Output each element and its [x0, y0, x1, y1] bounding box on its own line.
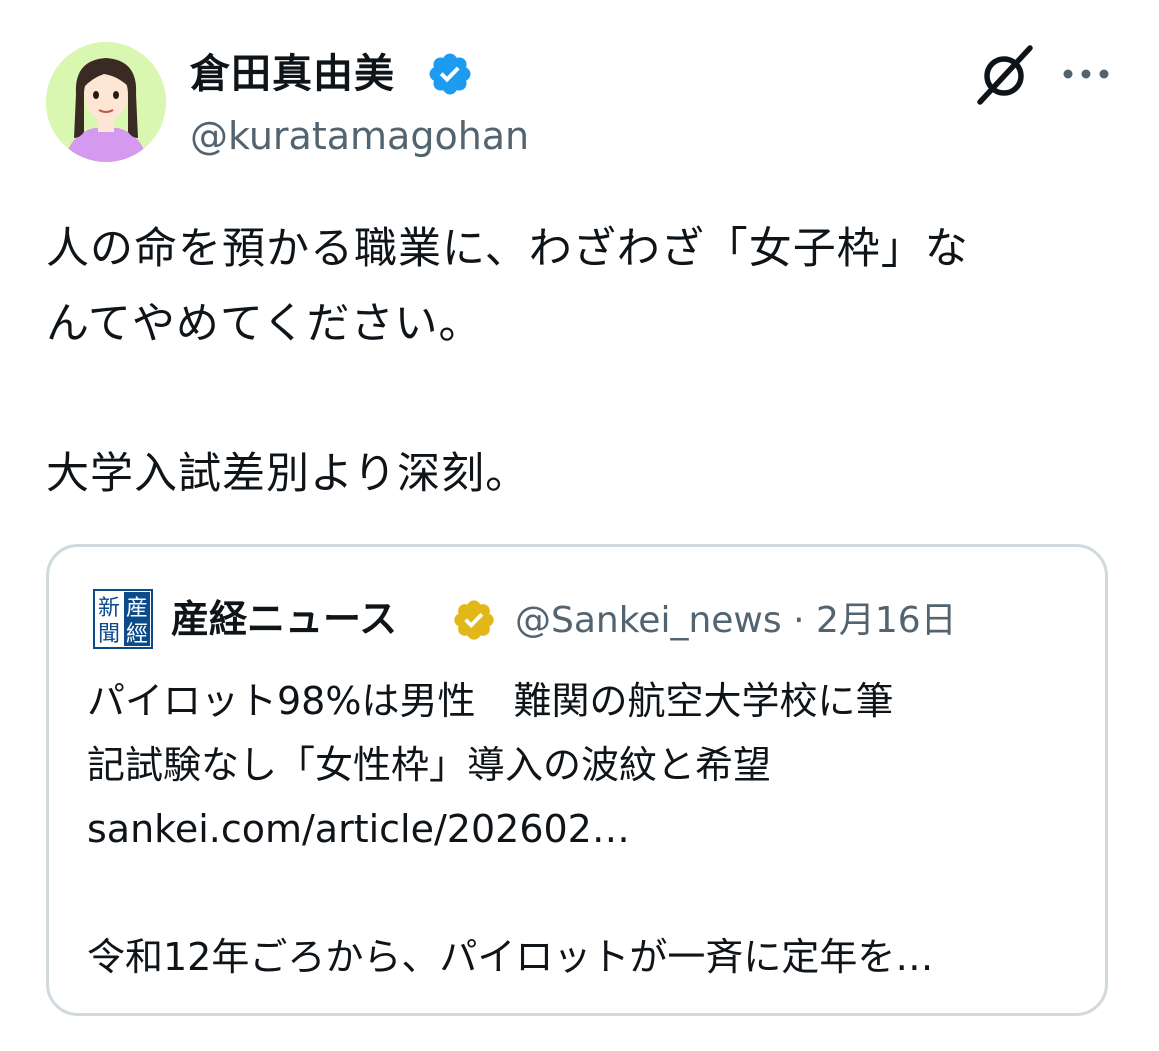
tweet-text: 人の命を預かる職業に、わざわざ「女子枠」な んてやめてください。 大学入試差別よ…: [46, 212, 1126, 512]
grok-button[interactable]: [974, 44, 1036, 106]
quoted-date: 2月16日: [815, 600, 957, 641]
svg-text:聞: 聞: [98, 622, 120, 647]
more-options-button[interactable]: [1058, 52, 1114, 96]
quoted-text-line: 記試験なし「女性枠」導入の波紋と希望: [87, 743, 772, 787]
grok-icon: [977, 45, 1033, 105]
tweet-text-line: 人の命を預かる職業に、わざわざ「女子枠」な: [46, 224, 969, 274]
quoted-author-handle: @Sankei_news: [515, 600, 782, 641]
author-avatar[interactable]: [46, 42, 166, 162]
quoted-tweet-card[interactable]: 産 經 新 聞 産経ニュース @Sankei_news · 2月16日 パイロッ…: [46, 544, 1108, 1016]
quoted-author-name: 産経ニュース: [171, 597, 398, 641]
svg-text:産: 産: [126, 596, 148, 621]
quoted-text: パイロット98%は男性 難関の航空大学校に筆 記試験なし「女性枠」導入の波紋と希…: [87, 669, 1077, 989]
avatar-illustration: [46, 42, 166, 162]
sankei-logo-icon: 産 經 新 聞: [93, 589, 153, 649]
more-dots-icon: [1063, 69, 1109, 79]
svg-text:新: 新: [98, 596, 120, 621]
quoted-text-line: 令和12年ごろから、パイロットが一斉に定年を…: [87, 935, 934, 979]
tweet-text-line: んてやめてください。: [46, 299, 483, 349]
quoted-meta: @Sankei_news · 2月16日: [515, 593, 957, 649]
tweet: 倉田真由美 @kuratamagohan 人の命を預かる職業に、わざわざ「女子枠…: [0, 0, 1159, 1051]
verified-badge-icon[interactable]: [426, 50, 474, 98]
quoted-text-line: パイロット98%は男性 難関の航空大学校に筆: [87, 679, 894, 723]
gold-verified-badge-icon: [454, 600, 494, 640]
author-display-name[interactable]: 倉田真由美: [190, 46, 395, 102]
tweet-text-line: 大学入試差別より深刻。: [46, 449, 530, 499]
svg-text:經: 經: [126, 622, 148, 647]
quoted-link: sankei.com/article/202602…: [87, 807, 630, 851]
meta-separator: ·: [793, 600, 805, 641]
author-handle[interactable]: @kuratamagohan: [190, 110, 529, 162]
